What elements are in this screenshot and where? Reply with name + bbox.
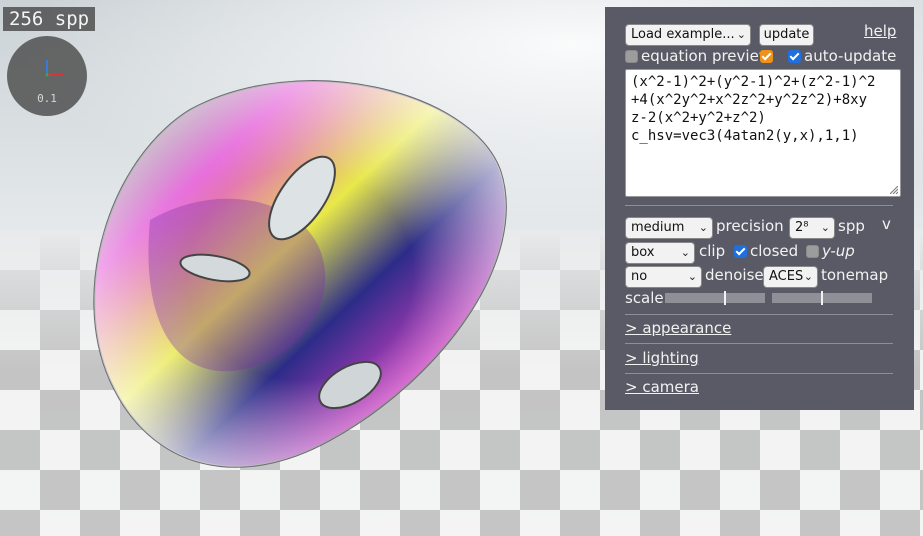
equation-preview-label: equation preview	[641, 47, 772, 65]
section-camera[interactable]: > camera	[625, 378, 699, 396]
load-example-value: Load example...	[631, 27, 735, 42]
collapse-toggle[interactable]: v	[882, 215, 891, 233]
spp-value: 2⁸	[795, 220, 809, 235]
chevron-down-icon: ⌄	[820, 221, 830, 234]
spp-label: spp	[838, 217, 865, 235]
divider	[625, 373, 893, 374]
equation-preview-toggle-checkbox[interactable]	[760, 50, 773, 63]
scale-slider-1-thumb[interactable]	[724, 291, 726, 305]
chevron-down-icon: ⌄	[687, 270, 697, 283]
denoise-select[interactable]: no ⌄	[625, 266, 702, 288]
clip-label: clip	[699, 242, 726, 260]
equation-line: z-2(x^2+y^2+z^2)	[631, 110, 766, 126]
y-up-checkbox[interactable]	[806, 245, 819, 258]
help-link[interactable]: help	[864, 22, 896, 40]
section-lighting[interactable]: > lighting	[625, 349, 699, 367]
clip-value: box	[631, 245, 655, 260]
chevron-down-icon: ⌄	[803, 270, 813, 283]
divider	[625, 343, 893, 344]
clip-select[interactable]: box ⌄	[625, 242, 695, 264]
chevron-down-icon: ⌄	[736, 28, 746, 41]
equation-line: (x^2-1)^2+(y^2-1)^2+(z^2-1)^2	[631, 74, 876, 90]
spp-counter: 256 spp	[3, 7, 96, 31]
tonemap-label: tonemap	[821, 266, 889, 284]
equation-textarea[interactable]: (x^2-1)^2+(y^2-1)^2+(z^2-1)^2 +4(x^2y^2+…	[625, 69, 901, 197]
precision-value: medium	[631, 220, 685, 235]
resize-grip-icon[interactable]	[890, 186, 898, 194]
section-appearance[interactable]: > appearance	[625, 319, 731, 337]
equation-line: c_hsv=vec3(4atan2(y,x),1,1)	[631, 128, 859, 144]
closed-label: closed	[750, 242, 799, 260]
closed-checkbox[interactable]	[734, 245, 747, 258]
divider	[625, 314, 893, 315]
scale-slider-1[interactable]	[665, 291, 765, 305]
z-axis-dot	[45, 73, 49, 77]
equation-line: +4(x^2y^2+x^2z^2+y^2z^2)+8xy	[631, 92, 868, 108]
denoise-label: denoise	[705, 266, 764, 284]
precision-select[interactable]: medium ⌄	[625, 217, 713, 239]
control-panel: Load example... ⌄ update help equation p…	[605, 7, 914, 410]
scale-label: scale	[625, 289, 664, 307]
gizmo-scale-label: 0.1	[37, 92, 57, 105]
auto-update-label: auto-update	[804, 47, 897, 65]
scale-slider-2[interactable]	[772, 291, 872, 305]
load-example-select[interactable]: Load example... ⌄	[625, 24, 751, 46]
tonemap-select[interactable]: ACES ⌄	[763, 266, 818, 288]
scale-slider-2-thumb[interactable]	[821, 291, 823, 305]
axis-gizmo[interactable]: 0.1	[7, 36, 87, 116]
update-button[interactable]: update	[759, 24, 814, 46]
auto-update-checkbox[interactable]	[788, 50, 801, 63]
y-up-label: y-up	[822, 242, 855, 260]
chevron-down-icon: ⌄	[680, 246, 690, 259]
chevron-down-icon: ⌄	[698, 221, 708, 234]
precision-label: precision	[716, 217, 784, 235]
denoise-value: no	[631, 269, 648, 284]
spp-select[interactable]: 2⁸ ⌄	[789, 217, 835, 239]
equation-preview-checkbox[interactable]	[625, 50, 638, 63]
divider	[625, 205, 893, 206]
tonemap-value: ACES	[769, 269, 804, 284]
